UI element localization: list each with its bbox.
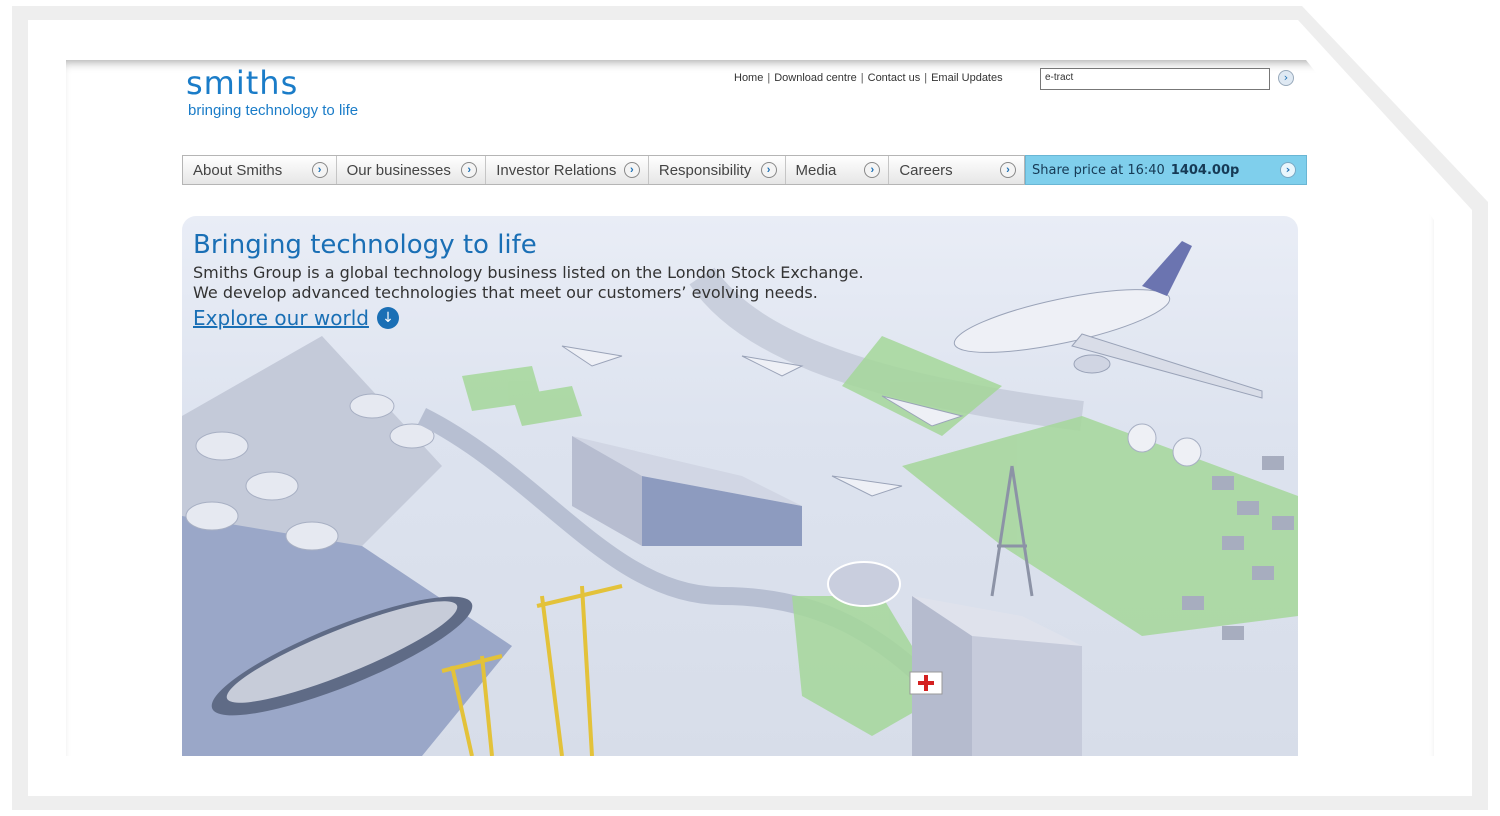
chevron-right-icon: › — [999, 162, 1016, 178]
explore-link-label: Explore our world — [193, 306, 369, 330]
nav-item-label: Responsibility — [658, 161, 752, 179]
nav-item-responsibility[interactable]: Responsibility › — [649, 156, 786, 184]
nav-item-media[interactable]: Media › — [786, 156, 890, 184]
contact-us-link[interactable]: Contact us — [868, 72, 921, 84]
separator: | — [860, 72, 864, 84]
chevron-right-icon: › — [1283, 71, 1289, 84]
smiths-logo[interactable]: smiths — [186, 64, 298, 102]
chevron-right-icon: › — [864, 162, 881, 178]
explore-our-world-link[interactable]: Explore our world ↓ — [193, 306, 399, 330]
nav-item-label: Media — [795, 161, 837, 179]
main-nav: About Smiths › Our businesses › Investor… — [182, 155, 1025, 185]
nav-item-label: Investor Relations — [496, 161, 617, 179]
nav-item-label: Careers — [899, 161, 953, 179]
brand-tagline: bringing technology to life — [188, 102, 359, 119]
share-price-text: Share price at 16:40 1404.00p — [1032, 163, 1239, 178]
nav-item-investor-relations[interactable]: Investor Relations › — [486, 156, 649, 184]
utility-links: Home | Download centre | Contact us | Email Up… — [734, 72, 1003, 84]
share-price-bar[interactable]: Share price at 16:40 1404.00p › — [1025, 155, 1307, 185]
chevron-right-icon: › — [623, 162, 640, 178]
hero-title: Bringing technology to life — [193, 230, 537, 260]
email-updates-link[interactable]: Email Updates — [931, 72, 1003, 84]
hero-description-line: We develop advanced technologies that me… — [193, 283, 818, 302]
search-go-button[interactable]: › — [1278, 70, 1294, 86]
share-price-value: 1404.00p — [1170, 162, 1240, 178]
chevron-right-icon: › — [311, 162, 328, 178]
separator: | — [924, 72, 928, 84]
chevron-right-icon: › — [1280, 162, 1296, 178]
home-link[interactable]: Home — [734, 72, 763, 84]
browser-page: smiths bringing technology to life Home |… — [66, 60, 1434, 756]
nav-item-label: About Smiths — [193, 161, 283, 179]
nav-item-label: Our businesses — [346, 161, 451, 179]
search-input[interactable]: e-tract — [1040, 68, 1270, 90]
share-price-label: Share price at 16:40 — [1032, 162, 1165, 178]
hero-description-line: Smiths Group is a global technology busi… — [193, 263, 864, 282]
nav-item-careers[interactable]: Careers › — [889, 156, 1024, 184]
separator: | — [767, 72, 771, 84]
nav-item-about-smiths[interactable]: About Smiths › — [183, 156, 337, 184]
arrow-down-icon: ↓ — [376, 307, 399, 329]
chevron-right-icon: › — [760, 162, 777, 178]
chevron-right-icon: › — [461, 162, 478, 178]
hero-banner: Bringing technology to life Smiths Group… — [182, 216, 1298, 756]
nav-item-our-businesses[interactable]: Our businesses › — [337, 156, 487, 184]
download-centre-link[interactable]: Download centre — [774, 72, 857, 84]
hero-description: Smiths Group is a global technology busi… — [193, 263, 864, 303]
